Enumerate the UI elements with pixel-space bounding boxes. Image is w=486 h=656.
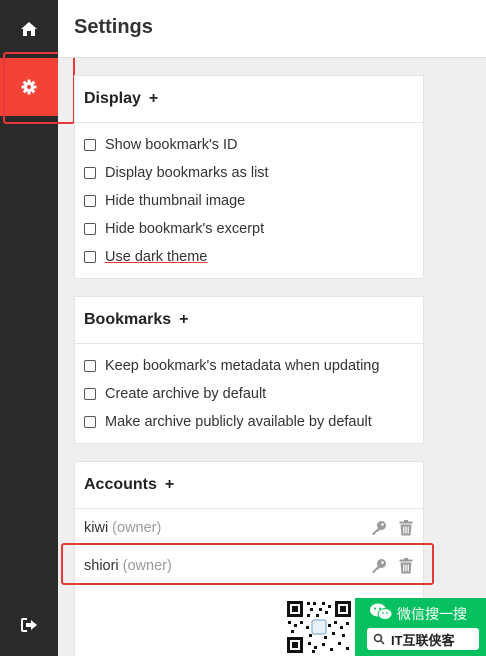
account-name: kiwi xyxy=(84,520,109,536)
accounts-panel-header: Accounts + xyxy=(75,462,423,509)
checkbox[interactable] xyxy=(84,167,96,179)
annotation-highlight-settings xyxy=(3,52,75,124)
logout-icon xyxy=(21,618,37,632)
checkbox[interactable] xyxy=(84,139,96,151)
home-icon xyxy=(21,22,37,36)
option-label: Keep bookmark's metadata when updating xyxy=(105,358,380,374)
bookmarks-panel-header: Bookmarks + xyxy=(75,297,423,344)
plus-icon[interactable]: + xyxy=(165,476,174,494)
display-panel-header: Display + xyxy=(75,76,423,123)
key-icon[interactable] xyxy=(371,520,387,536)
wechat-search-text: 微信搜一搜 xyxy=(397,606,467,622)
accounts-panel-title: Accounts xyxy=(84,476,157,493)
wechat-watermark: 微信搜一搜 IT互联侠客 xyxy=(355,598,486,656)
wechat-account-name: IT互联侠客 xyxy=(391,632,455,648)
trash-icon[interactable] xyxy=(399,520,413,536)
wechat-icon xyxy=(370,603,393,620)
display-panel-title: Display xyxy=(84,90,141,107)
display-panel: Display + Show bookmark's ID Display boo… xyxy=(74,75,424,279)
plus-icon[interactable]: + xyxy=(149,90,158,108)
annotation-highlight-account xyxy=(61,543,434,585)
option-label: Show bookmark's ID xyxy=(105,137,238,153)
option-hide-thumbnail[interactable]: Hide thumbnail image xyxy=(75,187,423,215)
option-public-archive[interactable]: Make archive publicly available by defau… xyxy=(75,408,423,436)
checkbox[interactable] xyxy=(84,195,96,207)
home-button[interactable] xyxy=(0,0,58,58)
option-hide-excerpt[interactable]: Hide bookmark's excerpt xyxy=(75,215,423,243)
option-label: Hide thumbnail image xyxy=(105,193,246,209)
option-create-archive[interactable]: Create archive by default xyxy=(75,380,423,408)
account-row-kiwi: kiwi (owner) xyxy=(75,509,423,547)
checkbox[interactable] xyxy=(84,223,96,235)
bookmarks-panel: Bookmarks + Keep bookmark's metadata whe… xyxy=(74,296,424,444)
option-label: Make archive publicly available by defau… xyxy=(105,414,372,430)
wechat-account-pill: IT互联侠客 xyxy=(367,628,479,650)
option-label: Hide bookmark's excerpt xyxy=(105,221,265,237)
option-display-as-list[interactable]: Display bookmarks as list xyxy=(75,159,423,187)
qr-code xyxy=(284,598,354,656)
option-show-bookmark-id[interactable]: Show bookmark's ID xyxy=(75,131,423,159)
page-title: Settings xyxy=(74,16,153,38)
checkbox[interactable] xyxy=(84,388,96,400)
option-label: Create archive by default xyxy=(105,386,267,402)
logout-button[interactable] xyxy=(0,596,58,654)
checkbox[interactable] xyxy=(84,416,96,428)
checkbox[interactable] xyxy=(84,360,96,372)
option-dark-theme[interactable]: Use dark theme xyxy=(75,243,423,271)
option-label: Use dark theme xyxy=(105,249,208,265)
plus-icon[interactable]: + xyxy=(179,311,188,329)
search-icon xyxy=(373,633,385,645)
bookmarks-panel-title: Bookmarks xyxy=(84,311,172,328)
checkbox[interactable] xyxy=(84,251,96,263)
option-keep-metadata[interactable]: Keep bookmark's metadata when updating xyxy=(75,352,423,380)
option-label: Display bookmarks as list xyxy=(105,165,269,181)
account-role: (owner) xyxy=(112,520,162,536)
page-header: Settings xyxy=(58,0,486,58)
